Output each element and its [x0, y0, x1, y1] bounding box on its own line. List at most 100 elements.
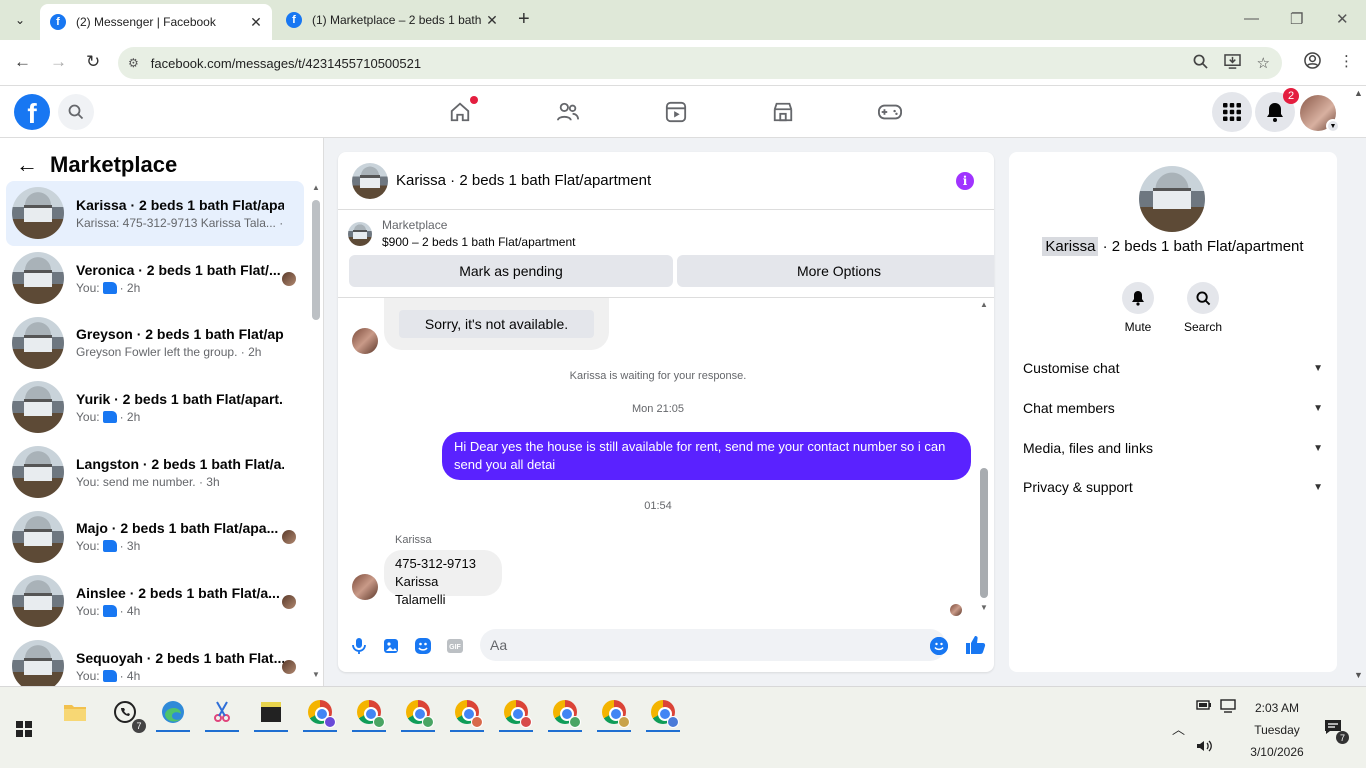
- back-icon[interactable]: ←: [14, 52, 31, 72]
- microphone-icon[interactable]: [350, 637, 368, 655]
- media-files-links-section[interactable]: Media, files and links ▼: [1023, 437, 1323, 459]
- browser-menu-icon[interactable]: ⋮: [1339, 52, 1354, 73]
- page-scroll-down-arrow-icon[interactable]: ▼: [1354, 670, 1363, 680]
- listing-source: Marketplace: [382, 218, 448, 232]
- facebook-logo-icon[interactable]: f: [14, 94, 50, 130]
- conversation-item[interactable]: Sequoyah · 2 beds 1 bath Flat... You: · 4h: [6, 634, 304, 686]
- sticker-icon[interactable]: [414, 637, 432, 655]
- mute-button[interactable]: Mute: [1108, 282, 1168, 334]
- chrome-profile-icon[interactable]: [352, 695, 386, 732]
- chrome-profile-icon[interactable]: [499, 695, 533, 732]
- install-app-icon[interactable]: [1223, 54, 1241, 73]
- chrome-profile-icon[interactable]: [303, 695, 337, 732]
- video-icon[interactable]: [664, 100, 688, 124]
- friends-icon[interactable]: [556, 100, 580, 124]
- chrome-profile-icon[interactable]: [548, 695, 582, 732]
- sticky-notes-icon[interactable]: [254, 695, 288, 732]
- conversation-preview: You: · 4h: [76, 669, 284, 683]
- tab-search-dropdown[interactable]: ⌄: [8, 8, 32, 32]
- scroll-up-arrow-icon[interactable]: ▲: [980, 300, 988, 309]
- windows-start-icon[interactable]: [16, 721, 32, 737]
- preview-text: · 2h: [119, 409, 141, 424]
- address-bar[interactable]: ⚙ facebook.com/messages/t/42314557105005…: [118, 47, 1282, 79]
- conversation-item[interactable]: Majo · 2 beds 1 bath Flat/apa... You: · 3h: [6, 504, 304, 569]
- conversation-item[interactable]: Karissa · 2 beds 1 bath Flat/apa... Karis…: [6, 181, 304, 246]
- chat-header[interactable]: Karissa · 2 beds 1 bath Flat/apartment i: [338, 152, 994, 210]
- scroll-down-arrow-icon[interactable]: ▼: [980, 603, 988, 612]
- notifications-bell-icon[interactable]: 2: [1255, 88, 1299, 132]
- search-icon[interactable]: [58, 94, 94, 130]
- message-scrollbar[interactable]: ▲ ▼: [980, 300, 988, 612]
- account-avatar[interactable]: ▼: [1300, 95, 1340, 133]
- photo-icon[interactable]: [382, 637, 400, 655]
- tab-close-icon[interactable]: ✕: [246, 14, 266, 31]
- conversation-item[interactable]: Greyson · 2 beds 1 bath Flat/ap... Greyso…: [6, 310, 304, 375]
- reload-icon[interactable]: ↻: [86, 52, 100, 72]
- quick-reply-button[interactable]: Sorry, it's not available.: [399, 310, 594, 338]
- privacy-support-section[interactable]: Privacy & support ▼: [1023, 476, 1323, 498]
- scroll-up-arrow-icon[interactable]: ▲: [312, 183, 320, 192]
- more-options-button[interactable]: More Options: [677, 255, 994, 287]
- mark-as-pending-button[interactable]: Mark as pending: [349, 255, 673, 287]
- close-window-button[interactable]: ✕: [1336, 10, 1349, 28]
- chrome-profile-icon[interactable]: [597, 695, 631, 732]
- search-in-chat-button[interactable]: Search: [1173, 282, 1233, 334]
- like-thumb-icon[interactable]: [964, 635, 986, 655]
- conversation-preview: Karissa: 475-312-9713 Karissa Tala... · …: [76, 216, 284, 230]
- new-tab-button[interactable]: +: [518, 8, 530, 31]
- message-input[interactable]: [480, 629, 946, 661]
- conversation-item[interactable]: Ainslee · 2 beds 1 bath Flat/a... You: · 4…: [6, 569, 304, 634]
- section-label: Media, files and links: [1023, 440, 1153, 456]
- file-explorer-icon[interactable]: [58, 695, 92, 729]
- volume-icon[interactable]: [1196, 739, 1212, 756]
- tab-marketplace[interactable]: f (1) Marketplace – 2 beds 1 bath ✕: [276, 4, 508, 36]
- system-clock[interactable]: 2:03 AM Tuesday 3/10/2026: [1240, 697, 1314, 763]
- gaming-icon[interactable]: [878, 100, 902, 124]
- chevron-down-icon: ▼: [1313, 402, 1323, 414]
- profile-icon[interactable]: [1304, 52, 1321, 73]
- tab-messenger[interactable]: f (2) Messenger | Facebook ✕: [40, 4, 272, 40]
- forward-icon[interactable]: →: [50, 52, 67, 72]
- marketplace-icon[interactable]: [771, 100, 795, 124]
- customise-chat-section[interactable]: Customise chat ▼: [1023, 357, 1323, 379]
- notification-count-badge: 2: [1283, 88, 1299, 104]
- listing-summary[interactable]: Marketplace $900 – 2 beds 1 bath Flat/ap…: [348, 218, 575, 249]
- snipping-tool-icon[interactable]: [205, 695, 239, 732]
- scroll-down-arrow-icon[interactable]: ▼: [312, 670, 320, 679]
- page-scroll-up-arrow-icon[interactable]: ▲: [1354, 88, 1363, 98]
- conversation-text: Sequoyah · 2 beds 1 bath Flat... You: · 4h: [76, 650, 284, 683]
- whatsapp-icon[interactable]: 7: [108, 695, 146, 733]
- incoming-message-bubble: 475-312-9713 Karissa Talamelli: [384, 550, 502, 607]
- conversation-item[interactable]: Yurik · 2 beds 1 bath Flat/apart... You: ·…: [6, 375, 304, 440]
- minimize-button[interactable]: —: [1244, 10, 1259, 27]
- bookmark-star-icon[interactable]: ☆: [1257, 54, 1270, 73]
- site-settings-icon[interactable]: ⚙: [128, 56, 139, 70]
- chrome-profile-icon[interactable]: [401, 695, 435, 732]
- restore-button[interactable]: ❐: [1290, 10, 1303, 28]
- home-icon[interactable]: [448, 96, 478, 124]
- scrollbar-thumb[interactable]: [312, 200, 320, 320]
- timestamp: 01:54: [644, 500, 672, 512]
- chrome-icon: [406, 700, 434, 728]
- listing-photo[interactable]: [1139, 166, 1205, 232]
- info-icon[interactable]: i: [956, 172, 974, 190]
- back-arrow-icon[interactable]: ←: [16, 152, 38, 178]
- listing-title-text: · 2 beds 1 bath Flat/apartment: [1098, 238, 1304, 255]
- show-hidden-icons-chevron-icon[interactable]: ︿: [1172, 719, 1185, 738]
- battery-icon[interactable]: [1196, 699, 1212, 714]
- chrome-profile-icon[interactable]: [450, 695, 484, 732]
- chat-members-section[interactable]: Chat members ▼: [1023, 397, 1323, 419]
- emoji-icon[interactable]: [930, 637, 948, 655]
- network-icon[interactable]: [1220, 699, 1236, 716]
- listing-thumbnail: [12, 187, 64, 240]
- scrollbar-thumb[interactable]: [980, 468, 988, 598]
- zoom-icon[interactable]: [1193, 54, 1208, 73]
- edge-browser-icon[interactable]: [156, 695, 190, 732]
- tab-close-icon[interactable]: ✕: [482, 12, 502, 29]
- bell-icon: [1122, 282, 1154, 314]
- gif-icon[interactable]: GIF: [446, 637, 464, 655]
- conversation-item[interactable]: Veronica · 2 beds 1 bath Flat/... You: · 2…: [6, 246, 304, 311]
- conversation-item[interactable]: Langston · 2 beds 1 bath Flat/a... You: s…: [6, 440, 304, 505]
- menu-grid-icon[interactable]: [1212, 92, 1252, 132]
- chrome-profile-icon[interactable]: [646, 695, 680, 732]
